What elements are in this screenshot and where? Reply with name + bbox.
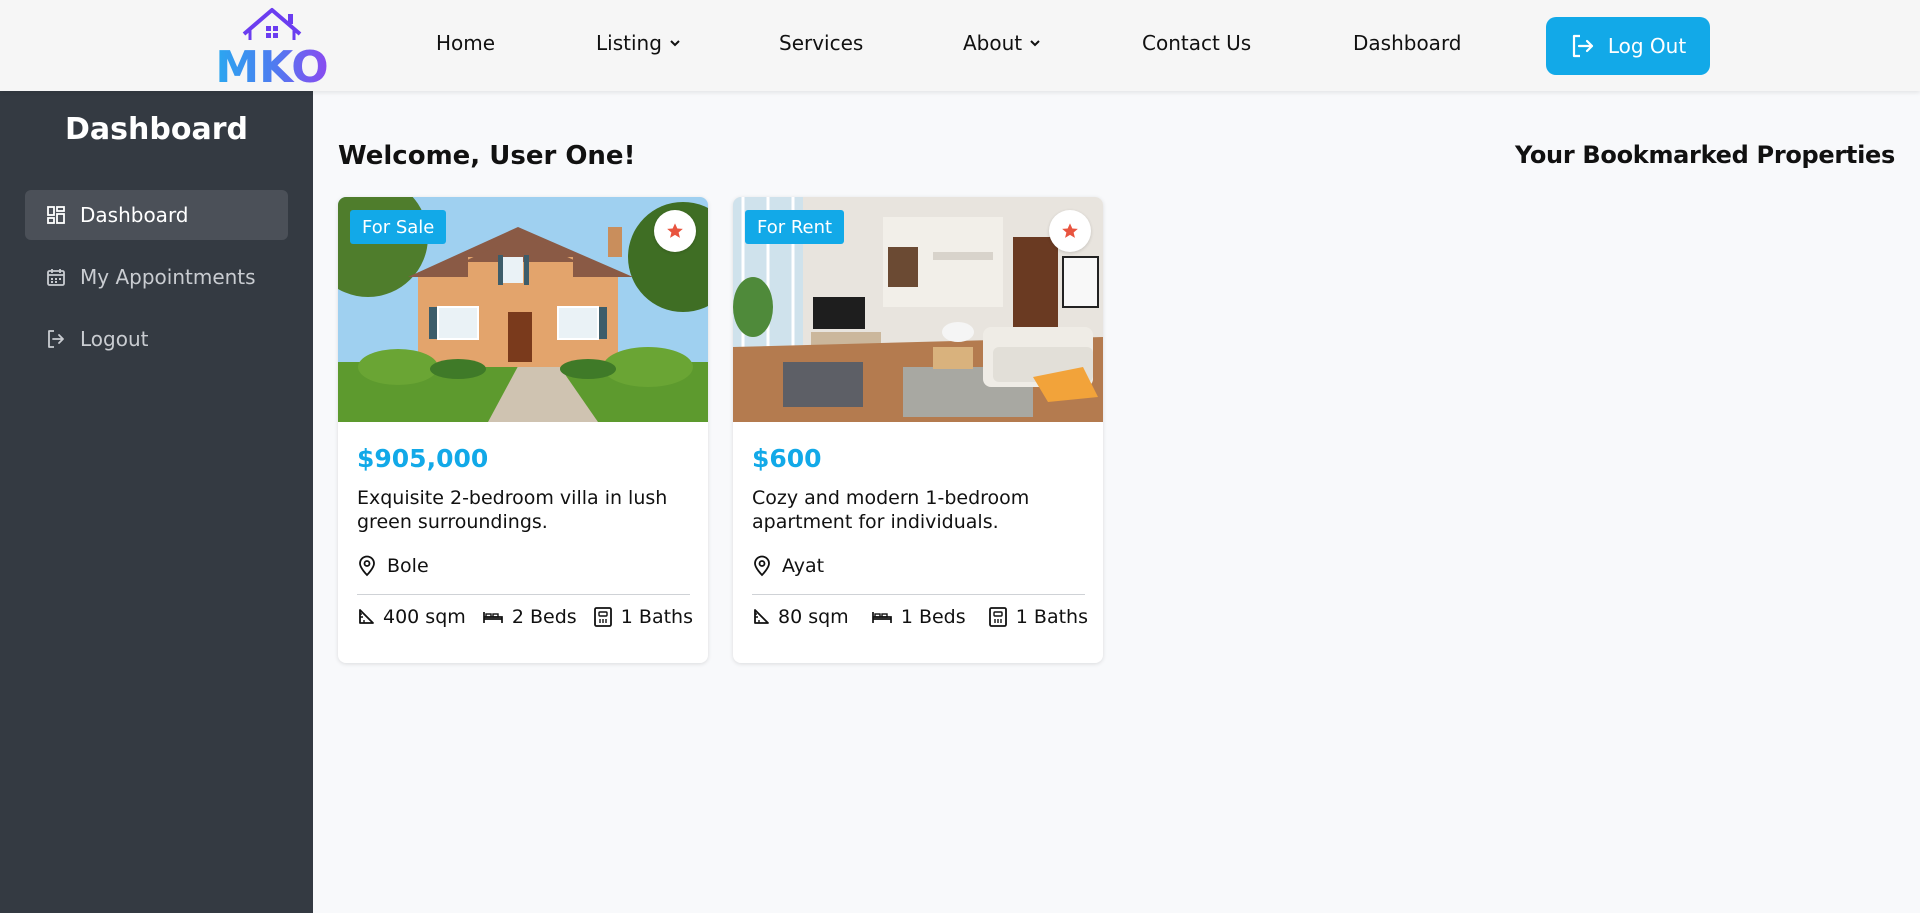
- beds-value: 2 Beds: [511, 606, 577, 628]
- beds-spec: 1 Beds: [871, 606, 966, 628]
- nav-listing[interactable]: Listing: [596, 31, 682, 55]
- sidebar-item-my-appointments[interactable]: My Appointments: [25, 252, 288, 302]
- log-out-button[interactable]: Log Out: [1546, 17, 1710, 75]
- divider: [752, 594, 1085, 595]
- bed-icon: [483, 612, 503, 623]
- sidebar-item-logout[interactable]: Logout: [25, 314, 288, 364]
- sidebar-title: Dashboard: [65, 112, 248, 147]
- logout-icon: [48, 330, 64, 348]
- bath-icon: [593, 607, 612, 627]
- star-icon: [667, 223, 683, 238]
- listing-type-badge: For Rent: [745, 210, 845, 244]
- property-location: Bole: [357, 555, 429, 577]
- nav-about-label: About: [963, 31, 1023, 55]
- beds-spec: 2 Beds: [482, 606, 577, 628]
- nav-listing-label: Listing: [596, 31, 662, 55]
- location-label: Bole: [387, 555, 429, 577]
- area-value: 400 sqm: [383, 606, 466, 628]
- nav-home[interactable]: Home: [436, 31, 495, 55]
- sidebar-item-label: Dashboard: [80, 203, 189, 227]
- bookmark-button[interactable]: [654, 210, 696, 252]
- area-spec: 80 sqm: [752, 606, 849, 628]
- nav-services[interactable]: Services: [779, 31, 863, 55]
- nav-dashboard-label: Dashboard: [1353, 31, 1462, 55]
- property-card[interactable]: For Sale $905,000 Exquisite 2-bedroom vi…: [338, 197, 708, 663]
- baths-value: 1 Baths: [1015, 606, 1088, 628]
- map-pin-icon: [359, 555, 375, 577]
- bookmark-button[interactable]: [1049, 210, 1091, 252]
- nav-services-label: Services: [779, 31, 864, 55]
- divider: [357, 594, 690, 595]
- welcome-heading: Welcome, User One!: [338, 141, 636, 171]
- baths-spec: 1 Baths: [593, 606, 693, 628]
- top-navbar: MKO Home Listing Services About Contact …: [0, 0, 1920, 91]
- map-pin-icon: [754, 555, 770, 577]
- nav-about[interactable]: About: [963, 31, 1042, 55]
- property-title[interactable]: Exquisite 2-bedroom villa in lush green …: [357, 486, 697, 534]
- property-location: Ayat: [752, 555, 824, 577]
- property-price: $600: [752, 444, 822, 473]
- property-specs: 400 sqm 2 Beds 1 Baths: [357, 606, 693, 628]
- sidebar: Dashboard Dashboard My Appointments Logo…: [0, 91, 313, 913]
- area-spec: 400 sqm: [357, 606, 466, 628]
- location-label: Ayat: [782, 555, 825, 577]
- listing-type-badge: For Sale: [350, 210, 447, 244]
- bed-icon: [871, 612, 892, 623]
- bookmarks-heading: Your Bookmarked Properties: [1514, 141, 1895, 169]
- grid-icon: [47, 206, 65, 224]
- sidebar-item-dashboard[interactable]: Dashboard: [25, 190, 288, 240]
- property-price: $905,000: [357, 444, 489, 473]
- property-specs: 80 sqm 1 Beds 1 Baths: [752, 606, 1088, 628]
- bath-icon: [988, 607, 1007, 627]
- nav-dashboard[interactable]: Dashboard: [1353, 31, 1462, 55]
- area-value: 80 sqm: [778, 606, 849, 628]
- area-ruler-icon: [754, 609, 769, 624]
- sidebar-item-label: My Appointments: [80, 265, 256, 289]
- area-ruler-icon: [359, 609, 374, 624]
- chevron-down-icon: [670, 40, 680, 47]
- logo-text: MKO: [215, 42, 328, 86]
- nav-contact-label: Contact Us: [1142, 31, 1252, 55]
- star-icon: [1062, 223, 1078, 238]
- logout-icon: [1572, 34, 1593, 58]
- chevron-down-icon: [1030, 40, 1040, 47]
- baths-spec: 1 Baths: [988, 606, 1088, 628]
- nav-contact-us[interactable]: Contact Us: [1142, 31, 1251, 55]
- calendar-icon: [47, 269, 65, 286]
- mko-logo[interactable]: MKO: [214, 6, 330, 86]
- nav-home-label: Home: [436, 31, 496, 55]
- log-out-label: Log Out: [1607, 34, 1687, 58]
- beds-value: 1 Beds: [900, 606, 966, 628]
- baths-value: 1 Baths: [620, 606, 693, 628]
- sidebar-item-label: Logout: [80, 327, 149, 351]
- property-card[interactable]: For Rent $600 Cozy and modern 1-bedroom …: [733, 197, 1103, 663]
- property-title[interactable]: Cozy and modern 1-bedroom apartment for …: [752, 486, 1092, 534]
